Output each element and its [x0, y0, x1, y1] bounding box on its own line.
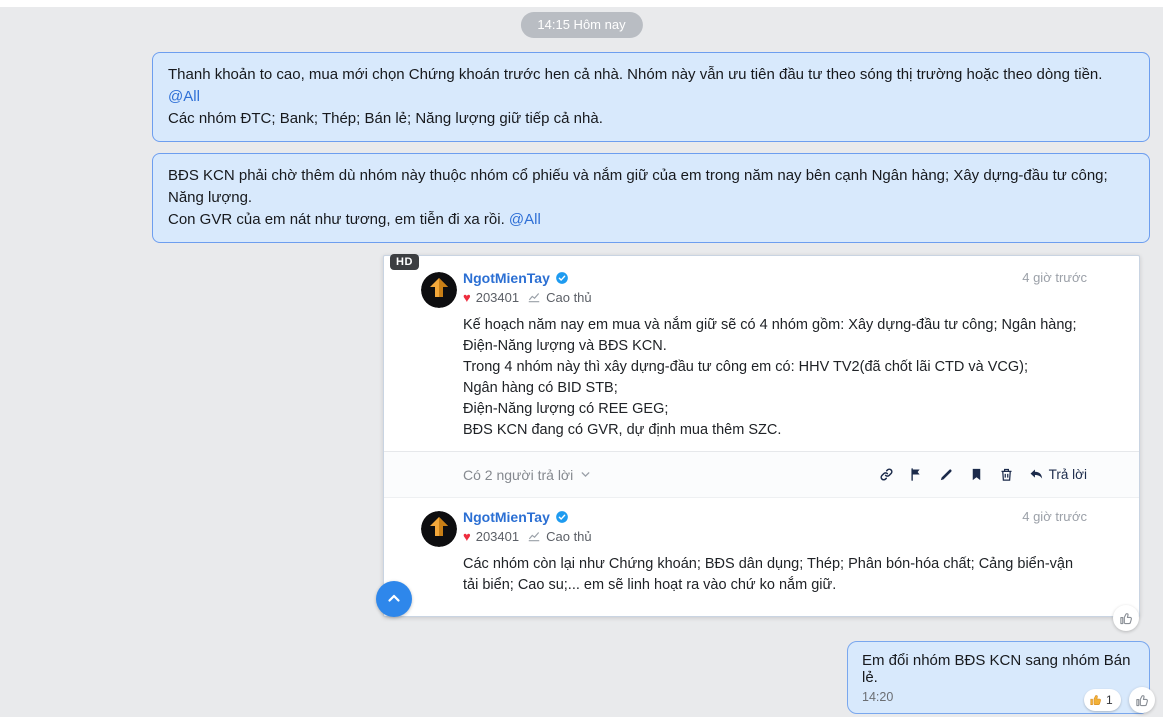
- heart-icon: ♥: [463, 289, 471, 305]
- verified-icon: [556, 271, 568, 284]
- reply-icon: [1030, 469, 1042, 479]
- message-text: Em đổi nhóm BĐS KCN sang nhóm Bán lẻ.: [862, 652, 1131, 686]
- rank-label: Cao thủ: [546, 289, 592, 305]
- post-content-line: BĐS KCN đang có GVR, dự định mua thêm SZ…: [463, 422, 782, 438]
- reply-label: Trả lời: [1048, 467, 1087, 482]
- replies-toggle[interactable]: Có 2 người trả lời: [463, 467, 592, 483]
- avatar[interactable]: [421, 272, 457, 308]
- message-text: Thanh khoản to cao, mua mới chọn Chứng k…: [168, 66, 1103, 83]
- post-content-line: Ngân hàng có BID STB;: [463, 380, 618, 396]
- post-content-line: Kế hoạch năm nay em mua và nắm giữ sẽ có…: [463, 317, 1077, 354]
- hd-badge: HD: [390, 254, 419, 270]
- rank-label: Cao thủ: [546, 528, 592, 544]
- forum-post: NgotMienTay 4 giờ trước ♥ 203401 Cao thủ…: [384, 269, 1139, 441]
- likes-count: 203401: [475, 289, 520, 305]
- top-edge: [0, 0, 1163, 7]
- trash-icon[interactable]: [999, 467, 1014, 482]
- post-username[interactable]: NgotMienTay: [463, 509, 569, 525]
- post-content-line: Trong 4 nhóm này thì xây dựng-đầu tư côn…: [463, 359, 1029, 375]
- bottom-edge: [0, 717, 1163, 723]
- embed-card: HD NgotMienTay 4 giờ trước ♥ 203401 Cao …: [383, 254, 1140, 617]
- reaction-count: 1: [1106, 693, 1113, 707]
- flag-icon[interactable]: [909, 467, 924, 482]
- scroll-top-button[interactable]: [376, 581, 412, 617]
- message-text: Các nhóm ĐTC; Bank; Thép; Bán lẻ; Năng l…: [168, 110, 603, 127]
- message-text: Con GVR của em nát như tương, em tiễn đi…: [168, 211, 509, 228]
- rank-chart-icon: [528, 532, 540, 542]
- incoming-bubble-1: Thanh khoản to cao, mua mới chọn Chứng k…: [152, 52, 1150, 142]
- reaction-pill[interactable]: 1: [1084, 689, 1121, 711]
- post-content: Kế hoạch năm nay em mua và nắm giữ sẽ có…: [463, 315, 1087, 441]
- like-button[interactable]: [1129, 687, 1155, 713]
- avatar[interactable]: [421, 511, 457, 547]
- reply-button[interactable]: Trả lời: [1029, 467, 1087, 482]
- time-divider-pill: 14:15 Hôm nay: [520, 12, 643, 38]
- post-actions-bar: Có 2 người trả lời Trả lời: [384, 451, 1139, 498]
- mention-link[interactable]: @All: [509, 211, 541, 228]
- chevron-down-icon: [581, 472, 590, 478]
- rank-chart-icon: [528, 293, 540, 303]
- username-text: NgotMienTay: [463, 508, 550, 525]
- mention-link[interactable]: @All: [168, 88, 200, 105]
- post-timestamp: 4 giờ trước: [1022, 509, 1087, 524]
- edit-icon[interactable]: [939, 467, 954, 482]
- post-content-line: Các nhóm còn lại như Chứng khoán; BĐS dâ…: [463, 556, 1074, 593]
- bookmark-icon[interactable]: [969, 467, 984, 482]
- chat-screen: 14:15 Hôm nay Thanh khoản to cao, mua mớ…: [0, 0, 1163, 723]
- post-username[interactable]: NgotMienTay: [463, 270, 569, 286]
- thumbs-up-icon: [1090, 695, 1101, 705]
- like-button[interactable]: [1113, 605, 1139, 631]
- message-text: BĐS KCN phải chờ thêm dù nhóm này thuộc …: [168, 167, 1108, 206]
- likes-count: 203401: [475, 528, 520, 544]
- post-content: Các nhóm còn lại như Chứng khoán; BĐS dâ…: [463, 554, 1087, 596]
- replies-toggle-label: Có 2 người trả lời: [463, 466, 574, 483]
- verified-icon: [556, 510, 568, 523]
- link-icon[interactable]: [879, 467, 894, 482]
- post-content-line: Điện-Năng lượng có REE GEG;: [463, 401, 669, 417]
- thumbs-up-icon: [1119, 612, 1132, 624]
- post-timestamp: 4 giờ trước: [1022, 270, 1087, 285]
- post-toolbar: Trả lời: [879, 467, 1087, 482]
- heart-icon: ♥: [463, 528, 471, 544]
- forum-post: NgotMienTay 4 giờ trước ♥ 203401 Cao thủ…: [384, 508, 1139, 596]
- thumbs-up-icon: [1135, 694, 1148, 706]
- chevron-up-icon: [388, 594, 400, 602]
- username-text: NgotMienTay: [463, 269, 550, 286]
- incoming-bubble-2: BĐS KCN phải chờ thêm dù nhóm này thuộc …: [152, 153, 1150, 243]
